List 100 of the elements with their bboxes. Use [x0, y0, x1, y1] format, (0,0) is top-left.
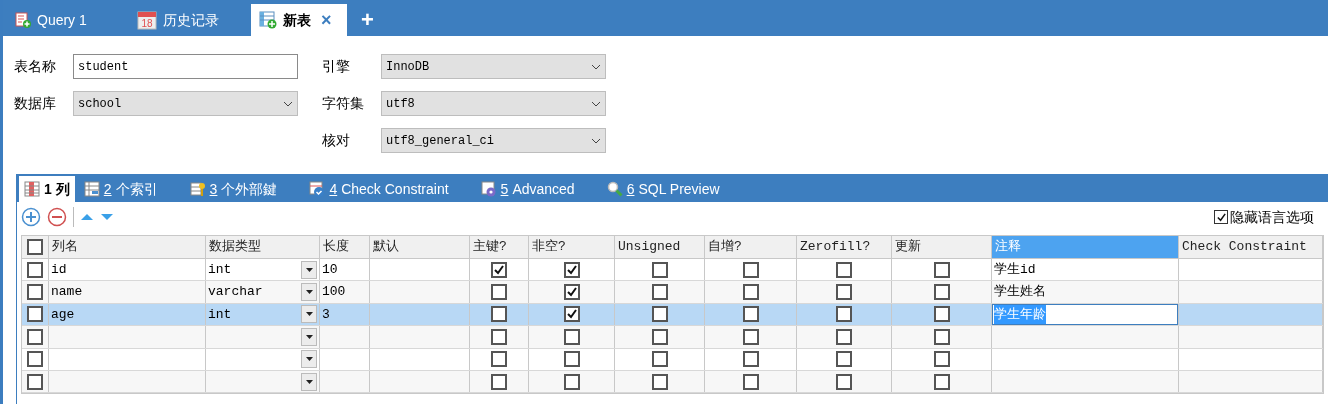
checkbox[interactable]	[491, 284, 507, 301]
checkbox[interactable]	[27, 261, 43, 278]
dropdown-button[interactable]	[301, 305, 317, 324]
chevron-down-icon	[591, 63, 601, 70]
checkbox[interactable]	[742, 328, 759, 345]
checkbox[interactable]	[651, 306, 668, 323]
checkbox-label: 隐藏语言选项	[1230, 207, 1314, 227]
tab[interactable]: 6 SQL Preview	[601, 176, 725, 202]
tab[interactable]: 新表 ×	[251, 4, 347, 36]
checkbox[interactable]	[563, 284, 580, 301]
dropdown[interactable]: school	[73, 91, 298, 116]
checkbox[interactable]	[651, 373, 668, 390]
checkbox[interactable]	[651, 351, 668, 368]
checkbox[interactable]	[563, 373, 580, 390]
checkbox[interactable]	[933, 306, 950, 323]
checkbox[interactable]	[563, 261, 580, 278]
checkbox[interactable]	[836, 261, 852, 278]
checkbox[interactable]	[742, 261, 759, 278]
field-label: 引擎	[322, 57, 351, 76]
column-header[interactable]: Check Constraint	[1179, 236, 1323, 258]
column-header[interactable]: 列名	[49, 236, 206, 258]
dropdown-button[interactable]	[301, 372, 317, 391]
close-button[interactable]: ×	[321, 11, 332, 29]
checkbox[interactable]	[491, 373, 507, 390]
tab[interactable]: 3 个外部鍵	[184, 176, 283, 202]
table-cell-text: age	[51, 305, 75, 324]
checkbox[interactable]	[836, 351, 852, 368]
dropdown-button[interactable]	[301, 283, 317, 302]
column-header[interactable]: 长度	[320, 236, 370, 258]
caret-down-icon	[305, 334, 313, 339]
checkbox[interactable]	[563, 351, 580, 368]
field-label: 数据库	[14, 94, 57, 113]
checkbox[interactable]	[651, 261, 668, 278]
move-down-icon[interactable]	[100, 213, 114, 221]
document-add-icon	[15, 12, 31, 28]
column-header[interactable]: 自增?	[705, 236, 797, 258]
checkbox[interactable]	[836, 284, 852, 301]
checkbox[interactable]	[933, 328, 950, 345]
checkbox[interactable]	[651, 328, 668, 345]
checkbox[interactable]	[933, 284, 950, 301]
checkbox[interactable]	[27, 351, 43, 368]
column-header[interactable]: Zerofill?	[797, 236, 892, 258]
checkbox[interactable]	[933, 373, 950, 390]
dropdown[interactable]: utf8	[381, 91, 606, 116]
checkbox[interactable]	[27, 239, 43, 255]
column-header[interactable]: 主键?	[470, 236, 529, 258]
chevron-down-icon	[591, 100, 601, 107]
table-cell-text: 3	[322, 305, 330, 324]
dropdown-button[interactable]	[301, 350, 317, 369]
checkbox[interactable]	[836, 328, 852, 345]
table-row[interactable]: name varchar 100 学生姓名	[22, 281, 1323, 304]
checkbox[interactable]	[27, 284, 43, 301]
table-cell-text: 100	[322, 283, 346, 302]
table-cell-text: 学生姓名	[994, 283, 1046, 302]
remove-icon[interactable]	[47, 207, 67, 227]
checkbox[interactable]	[742, 306, 759, 323]
dropdown[interactable]: InnoDB	[381, 54, 606, 79]
checkbox[interactable]	[491, 328, 507, 345]
checkbox[interactable]	[491, 351, 507, 368]
column-header[interactable]: 默认	[370, 236, 470, 258]
checkbox[interactable]	[563, 306, 580, 323]
dropdown-button[interactable]	[301, 260, 317, 279]
checkbox[interactable]	[651, 284, 668, 301]
field-label: 表名称	[14, 57, 57, 76]
checkbox[interactable]	[27, 328, 43, 345]
table-cell-text: 学生id	[994, 260, 1036, 279]
table-cell-text: int	[208, 305, 232, 324]
column-header[interactable]: Unsigned	[615, 236, 705, 258]
checkbox[interactable]	[27, 306, 43, 323]
table-row[interactable]	[22, 326, 1323, 349]
checkbox[interactable]	[933, 351, 950, 368]
tab[interactable]: 2 个索引	[78, 176, 163, 202]
add-icon[interactable]	[21, 207, 41, 227]
column-header[interactable]: 非空?	[529, 236, 615, 258]
checkbox[interactable]	[27, 373, 43, 390]
checkbox[interactable]	[491, 261, 507, 278]
tab[interactable]: Query 1	[7, 4, 125, 36]
tab[interactable]: 1 列	[19, 176, 75, 202]
table-row[interactable]	[22, 370, 1323, 394]
dropdown-button[interactable]	[301, 327, 317, 346]
checkbox[interactable]	[836, 373, 852, 390]
move-up-icon[interactable]	[80, 213, 94, 221]
text-field[interactable]: student	[73, 54, 298, 79]
table-row[interactable]: age int 3 学生年龄	[22, 303, 1323, 327]
checkbox[interactable]	[742, 351, 759, 368]
tab[interactable]: 4 Check Constraint	[304, 176, 454, 202]
dropdown[interactable]: utf8_general_ci	[381, 128, 606, 153]
table-row[interactable]: id int 10 学生id	[22, 259, 1323, 282]
checkbox[interactable]	[933, 261, 950, 278]
checkbox[interactable]	[491, 306, 507, 323]
checkbox[interactable]	[742, 373, 759, 390]
new-tab-button[interactable]: +	[361, 9, 374, 31]
column-header[interactable]: 数据类型	[206, 236, 320, 258]
tab[interactable]: 18 历史记录	[129, 4, 247, 36]
checkbox[interactable]	[742, 284, 759, 301]
table-row[interactable]	[22, 348, 1323, 371]
checkbox[interactable]	[836, 306, 852, 323]
checkbox[interactable]	[563, 328, 580, 345]
checkbox[interactable]	[1214, 210, 1228, 224]
tab[interactable]: 5 Advanced	[475, 176, 580, 202]
